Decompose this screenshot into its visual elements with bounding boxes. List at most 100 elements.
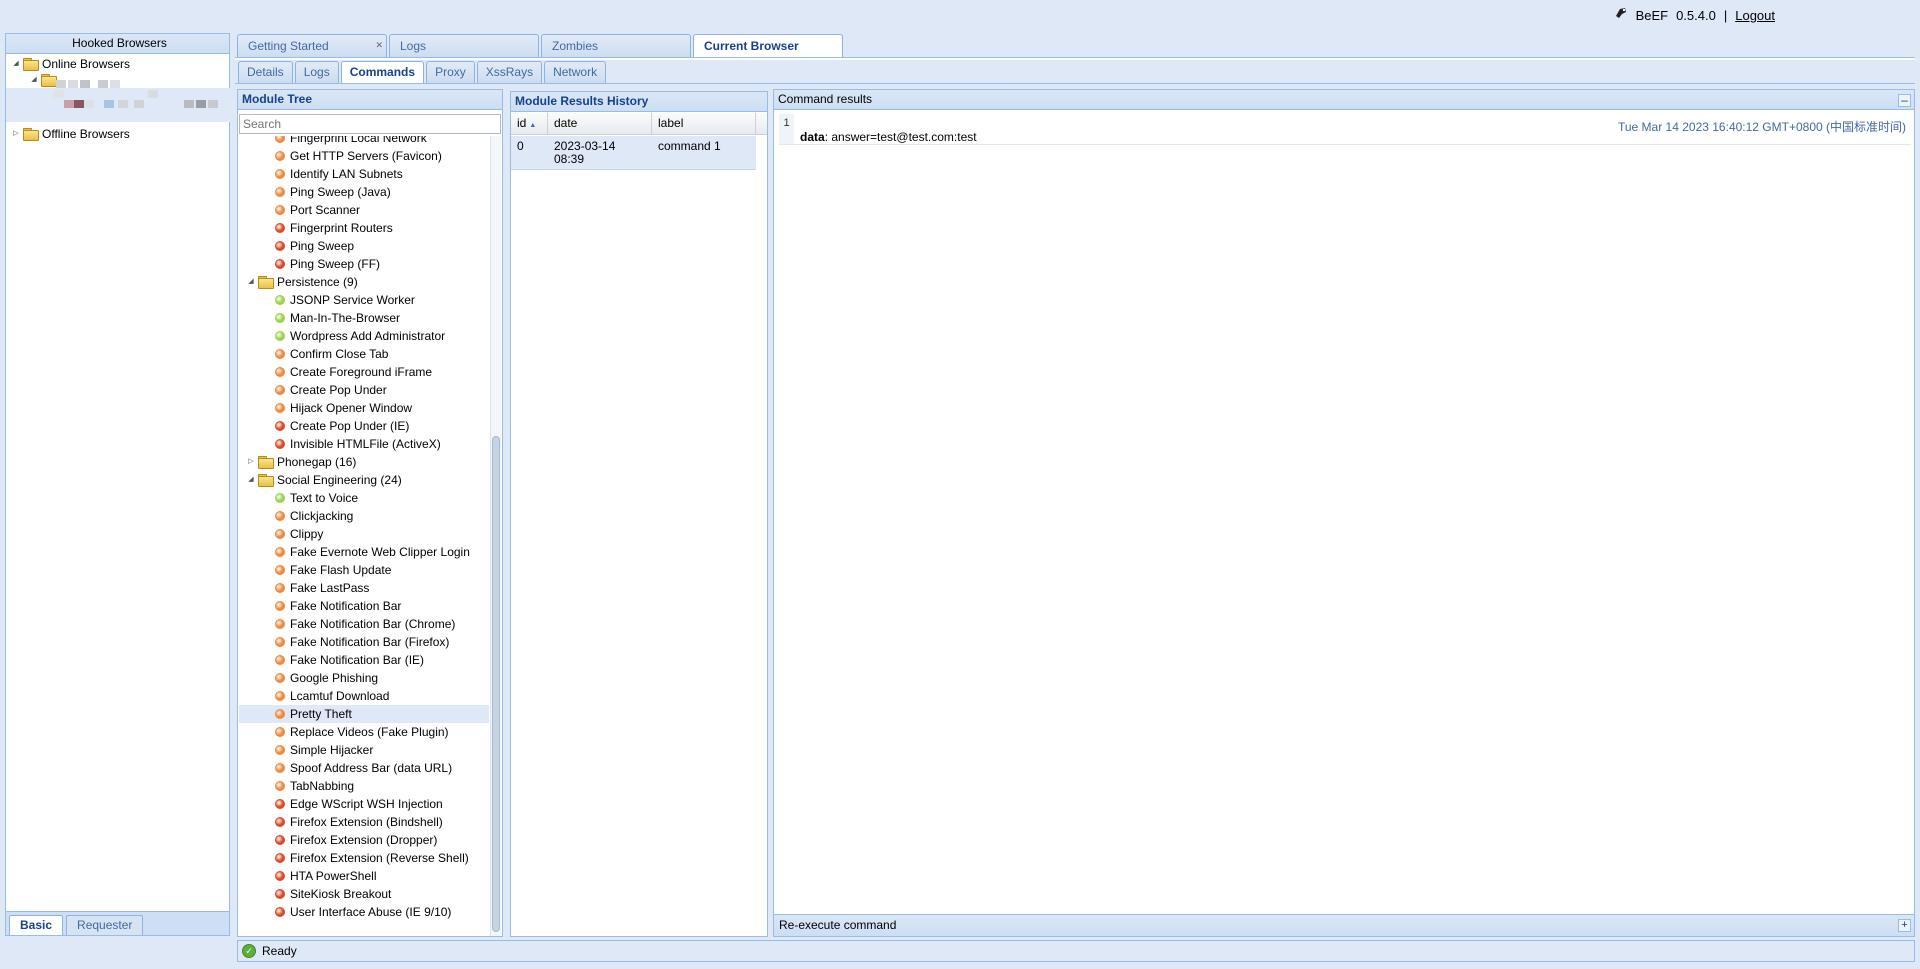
check-icon: ✓	[242, 944, 256, 958]
module-item[interactable]: TabNabbing	[239, 777, 489, 795]
module-item[interactable]: Ping Sweep (FF)	[239, 255, 489, 273]
module-item[interactable]: Get HTTP Servers (Favicon)	[239, 147, 489, 165]
row-label: command 1	[658, 139, 721, 153]
logout-link[interactable]: Logout	[1735, 8, 1775, 23]
module-item[interactable]: JSONP Service Worker	[239, 291, 489, 309]
hooked-browser-entry[interactable]	[6, 80, 231, 122]
module-item[interactable]: Simple Hijacker	[239, 741, 489, 759]
tab-getting-started-label: Getting Started	[248, 39, 329, 53]
tab-logs-label: Logs	[400, 39, 427, 53]
hooked-browser-host-node[interactable]: ◢	[11, 72, 229, 88]
tab-basic[interactable]: Basic	[9, 915, 64, 935]
result-data: data: answer=test@test.com:test	[800, 130, 977, 144]
module-item[interactable]: Create Pop Under (IE)	[239, 417, 489, 435]
module-item[interactable]: Fake Notification Bar (IE)	[239, 651, 489, 669]
module-category[interactable]: ◢ Social Engineering (24)	[239, 471, 489, 489]
module-item[interactable]: Google Phishing	[239, 669, 489, 687]
module-item[interactable]: SiteKiosk Breakout	[239, 885, 489, 903]
subtab-commands[interactable]: Commands	[340, 61, 425, 83]
module-search-input[interactable]	[239, 114, 501, 134]
module-item[interactable]: Fake Notification Bar (Chrome)	[239, 615, 489, 633]
collapse-icon[interactable]: ◢	[11, 59, 21, 69]
module-item[interactable]: HTA PowerShell	[239, 867, 489, 885]
expand-icon[interactable]: ▷	[11, 129, 21, 139]
module-item[interactable]: Firefox Extension (Dropper)	[239, 831, 489, 849]
module-item[interactable]: Fake Evernote Web Clipper Login	[239, 543, 489, 561]
module-label: Ping Sweep	[290, 239, 355, 253]
collapse-icon[interactable]: ◢	[29, 75, 39, 85]
collapse-icon[interactable]: ◢	[246, 475, 256, 485]
tab-getting-started[interactable]: Getting Started ✕	[237, 34, 387, 58]
module-item[interactable]: Pretty Theft	[239, 705, 489, 723]
table-row[interactable]: 0 2023-03-14 08:39 command 1	[511, 136, 756, 170]
module-label: Fake Notification Bar	[290, 599, 402, 613]
status-dot-icon	[275, 565, 285, 575]
tab-zombies[interactable]: Zombies	[541, 34, 691, 58]
module-category[interactable]: ◢ Persistence (9)	[239, 273, 489, 291]
expand-icon[interactable]: ▷	[246, 457, 256, 467]
module-label: Replace Videos (Fake Plugin)	[290, 725, 449, 739]
module-item[interactable]: Fake LastPass	[239, 579, 489, 597]
module-item[interactable]: Ping Sweep	[239, 237, 489, 255]
module-category[interactable]: ▷ Phonegap (16)	[239, 453, 489, 471]
module-item[interactable]: Create Foreground iFrame	[239, 363, 489, 381]
module-item[interactable]: Create Pop Under	[239, 381, 489, 399]
col-id[interactable]: id ▲	[511, 113, 548, 135]
module-item[interactable]: Fingerprint Routers	[239, 219, 489, 237]
module-item[interactable]: Clickjacking	[239, 507, 489, 525]
module-item[interactable]: Man-In-The-Browser	[239, 309, 489, 327]
status-dot-icon	[275, 493, 285, 503]
module-label: Wordpress Add Administrator	[290, 329, 446, 343]
online-browsers-node[interactable]: ◢ Online Browsers	[11, 56, 229, 72]
module-item[interactable]: Confirm Close Tab	[239, 345, 489, 363]
col-label[interactable]: label	[652, 113, 756, 135]
module-item[interactable]: Firefox Extension (Bindshell)	[239, 813, 489, 831]
module-item[interactable]: Fake Flash Update	[239, 561, 489, 579]
module-item[interactable]: Fake Notification Bar	[239, 597, 489, 615]
tab-current-browser[interactable]: Current Browser	[693, 34, 843, 58]
module-item[interactable]: Edge WScript WSH Injection	[239, 795, 489, 813]
subtab-logs[interactable]: Logs	[294, 61, 339, 83]
module-item[interactable]: Fake Notification Bar (Firefox)	[239, 633, 489, 651]
module-label: Simple Hijacker	[290, 743, 374, 757]
row-date: 2023-03-14 08:39	[554, 139, 616, 166]
subtab-proxy[interactable]: Proxy	[426, 61, 475, 83]
status-dot-icon	[275, 871, 285, 881]
module-item[interactable]: Hijack Opener Window	[239, 399, 489, 417]
module-item[interactable]: Firefox Extension (Reverse Shell)	[239, 849, 489, 867]
module-item[interactable]: Clippy	[239, 525, 489, 543]
module-item[interactable]: Invisible HTMLFile (ActiveX)	[239, 435, 489, 453]
subtab-network[interactable]: Network	[544, 61, 607, 83]
scrollbar-thumb[interactable]	[492, 436, 500, 932]
re-execute-bar[interactable]: Re-execute command +	[774, 914, 1914, 936]
module-item[interactable]: Port Scanner	[239, 201, 489, 219]
module-item[interactable]: Replace Videos (Fake Plugin)	[239, 723, 489, 741]
module-item[interactable]: Text to Voice	[239, 489, 489, 507]
module-tree-scrollbar[interactable]	[490, 136, 501, 936]
collapse-icon[interactable]: ◢	[246, 277, 256, 287]
folder-open-icon	[258, 276, 274, 289]
col-date[interactable]: date	[548, 113, 652, 135]
tab-current-browser-label: Current Browser	[704, 39, 799, 53]
expand-panel-icon[interactable]: +	[1898, 919, 1911, 932]
subtab-xssrays[interactable]: XssRays	[476, 61, 543, 83]
module-item[interactable]: Identify LAN Subnets	[239, 165, 489, 183]
module-label: Create Foreground iFrame	[290, 365, 433, 379]
status-dot-icon	[275, 295, 285, 305]
module-label: Firefox Extension (Dropper)	[290, 833, 438, 847]
subtab-details[interactable]: Details	[238, 61, 293, 83]
offline-browsers-node[interactable]: ▷ Offline Browsers	[11, 126, 229, 142]
close-icon[interactable]: ✕	[375, 34, 383, 56]
module-item[interactable]: Fingerprint Local Network	[239, 136, 489, 147]
command-results-title: Command results	[774, 90, 1914, 110]
tab-requester[interactable]: Requester	[66, 915, 144, 935]
module-item[interactable]: User Interface Abuse (IE 9/10)	[239, 903, 489, 921]
tab-logs[interactable]: Logs	[389, 34, 539, 58]
module-item[interactable]: Lcamtuf Download	[239, 687, 489, 705]
module-item[interactable]: Wordpress Add Administrator	[239, 327, 489, 345]
module-item[interactable]: Spoof Address Bar (data URL)	[239, 759, 489, 777]
module-label: Identify LAN Subnets	[290, 167, 403, 181]
module-label: Firefox Extension (Bindshell)	[290, 815, 443, 829]
collapse-panel-icon[interactable]: –	[1898, 94, 1911, 107]
module-item[interactable]: Ping Sweep (Java)	[239, 183, 489, 201]
